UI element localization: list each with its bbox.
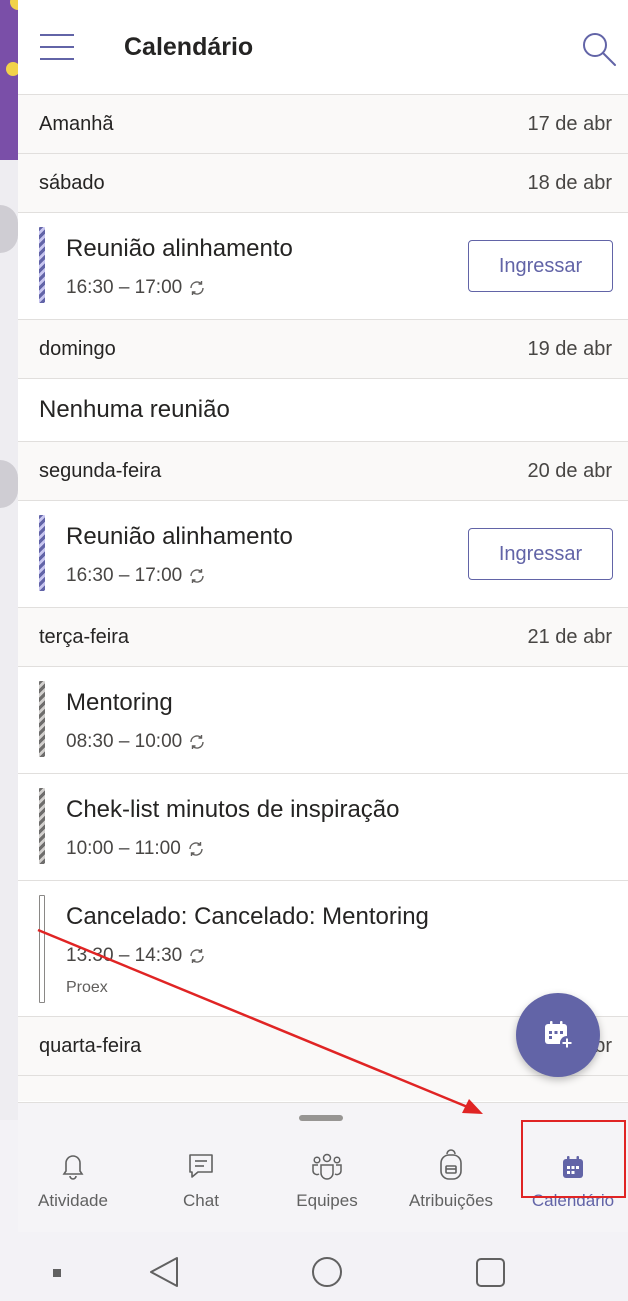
meeting-item[interactable]: Mentoring 08:30 – 10:00 bbox=[18, 667, 628, 774]
day-date: 17 de abr bbox=[527, 112, 612, 135]
meeting-status-bar bbox=[39, 681, 45, 757]
day-header: domingo 19 de abr bbox=[18, 320, 628, 379]
new-meeting-icon bbox=[545, 1021, 574, 1050]
backpack-icon bbox=[396, 1141, 506, 1181]
day-header-partial bbox=[18, 1076, 628, 1101]
back-icon[interactable] bbox=[150, 1257, 178, 1287]
recents-icon[interactable] bbox=[476, 1258, 505, 1287]
tab-equipes[interactable]: Equipes bbox=[272, 1141, 382, 1231]
highlight-box bbox=[521, 1120, 626, 1198]
day-date: 20 de abr bbox=[527, 459, 612, 482]
search-icon[interactable] bbox=[580, 30, 618, 68]
new-meeting-button[interactable] bbox=[516, 993, 600, 1077]
day-header: Amanhã 17 de abr bbox=[18, 95, 628, 154]
recurring-icon bbox=[190, 281, 204, 295]
meeting-item[interactable]: Reunião alinhamento 16:30 – 17:00 Ingres… bbox=[18, 213, 628, 320]
recurring-icon bbox=[189, 842, 203, 856]
day-date: 19 de abr bbox=[527, 337, 612, 360]
no-meetings-text: Nenhuma reunião bbox=[18, 379, 628, 442]
left-edge-background bbox=[0, 160, 18, 1120]
agenda-list: Amanhã 17 de abr sábado 18 de abr Reuniã… bbox=[18, 95, 628, 1101]
day-name: quarta-feira bbox=[39, 1034, 142, 1057]
meeting-time-text: 13:30 – 14:30 bbox=[66, 945, 183, 966]
meeting-status-bar bbox=[39, 515, 45, 591]
join-button[interactable]: Ingressar bbox=[468, 240, 613, 292]
meeting-item[interactable]: Chek-list minutos de inspiração 10:00 – … bbox=[18, 774, 628, 881]
meeting-time: 16:30 – 17:00 bbox=[66, 565, 206, 587]
day-header: sábado 18 de abr bbox=[18, 154, 628, 213]
day-name: terça-feira bbox=[39, 625, 130, 648]
day-name: Amanhã bbox=[39, 112, 114, 135]
day-name: segunda-feira bbox=[39, 459, 162, 482]
meeting-time: 13:30 – 14:30 bbox=[66, 945, 206, 967]
meeting-item-cancelled[interactable]: Cancelado: Cancelado: Mentoring 13:30 – … bbox=[18, 881, 628, 1017]
drag-handle[interactable] bbox=[299, 1115, 343, 1121]
recurring-icon bbox=[190, 735, 204, 749]
bottom-tab-bar: Atividade Chat Equipes Atribuições Calen… bbox=[18, 1102, 628, 1232]
meeting-title: Cancelado: Cancelado: Mentoring bbox=[66, 903, 429, 930]
hamburger-menu-icon[interactable] bbox=[40, 34, 74, 60]
tab-chat[interactable]: Chat bbox=[146, 1141, 256, 1231]
day-date: 18 de abr bbox=[527, 171, 612, 194]
meeting-time-text: 16:30 – 17:00 bbox=[66, 277, 183, 298]
meeting-status-bar bbox=[39, 227, 45, 303]
tab-label: Equipes bbox=[296, 1191, 358, 1210]
bell-icon bbox=[18, 1141, 128, 1181]
meeting-time-text: 16:30 – 17:00 bbox=[66, 565, 183, 586]
recurring-icon bbox=[190, 569, 204, 583]
day-name: domingo bbox=[39, 337, 116, 360]
meeting-title: Mentoring bbox=[66, 689, 173, 716]
tab-atribuicoes[interactable]: Atribuições bbox=[396, 1141, 506, 1231]
day-header: terça-feira 21 de abr bbox=[18, 608, 628, 667]
meeting-status-bar bbox=[39, 895, 45, 1003]
system-navigation-bar bbox=[0, 1232, 628, 1301]
meeting-title: Reunião alinhamento bbox=[66, 523, 293, 550]
tab-atividade[interactable]: Atividade bbox=[18, 1141, 128, 1231]
recurring-icon bbox=[190, 949, 204, 963]
meeting-time: 16:30 – 17:00 bbox=[66, 277, 206, 299]
meeting-time: 10:00 – 11:00 bbox=[66, 838, 205, 860]
tab-label: Atribuições bbox=[408, 1191, 494, 1210]
menu-dot-icon[interactable] bbox=[53, 1269, 61, 1277]
teams-app: Calendário Amanhã 17 de abr sábado 18 de… bbox=[18, 0, 628, 1232]
home-icon[interactable] bbox=[312, 1257, 342, 1287]
meeting-status-bar bbox=[39, 788, 45, 864]
meeting-title: Chek-list minutos de inspiração bbox=[66, 796, 400, 823]
day-name: sábado bbox=[39, 171, 105, 194]
day-header: segunda-feira 20 de abr bbox=[18, 442, 628, 501]
teams-icon bbox=[272, 1141, 382, 1181]
top-app-bar: Calendário bbox=[18, 0, 628, 95]
page-title: Calendário bbox=[124, 33, 254, 61]
meeting-title: Reunião alinhamento bbox=[66, 235, 293, 262]
join-button[interactable]: Ingressar bbox=[468, 528, 613, 580]
meeting-time-text: 08:30 – 10:00 bbox=[66, 731, 183, 752]
meeting-time: 08:30 – 10:00 bbox=[66, 731, 206, 753]
chat-icon bbox=[146, 1141, 256, 1181]
day-date: 21 de abr bbox=[527, 625, 612, 648]
meeting-time-text: 10:00 – 11:00 bbox=[66, 838, 181, 859]
tab-label: Atividade bbox=[38, 1191, 108, 1210]
meeting-organizer: Proex bbox=[66, 979, 108, 996]
tab-label: Chat bbox=[183, 1191, 219, 1210]
meeting-item[interactable]: Reunião alinhamento 16:30 – 17:00 Ingres… bbox=[18, 501, 628, 608]
